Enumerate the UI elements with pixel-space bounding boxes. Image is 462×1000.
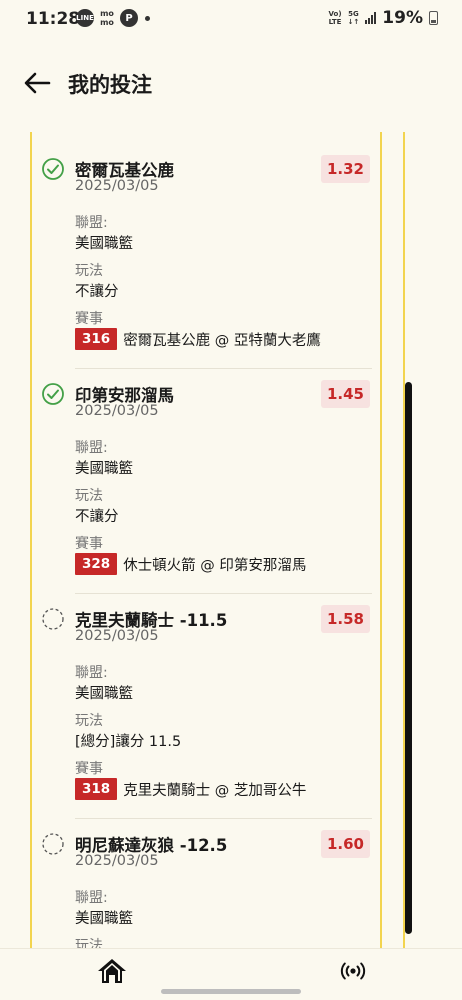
event-code-badge: 318 (75, 778, 118, 800)
event-row: 328 休士頓火箭 @ 印第安那溜馬 (75, 553, 306, 575)
event-matchup: 克里夫蘭騎士 @ 芝加哥公牛 (123, 782, 307, 799)
league-value: 美國職籃 (75, 461, 133, 477)
league-label: 聯盟: (75, 890, 108, 906)
odds-badge: 1.60 (320, 830, 370, 858)
status-time: 11:28 (26, 9, 81, 29)
notification-dot-icon (145, 15, 150, 21)
play-value: 不讓分 (75, 509, 119, 525)
bottom-navigation (0, 948, 462, 1000)
event-label: 賽事 (75, 311, 103, 327)
status-app-icons: LINE mo mo P (76, 9, 150, 27)
league-label: 聯盟: (75, 215, 108, 231)
nav-live-button[interactable] (340, 961, 366, 981)
parking-app-icon: P (120, 9, 138, 27)
app-header: 我的投注 (0, 38, 462, 132)
event-code-badge: 316 (75, 328, 118, 350)
event-matchup: 密爾瓦基公鹿 @ 亞特蘭大老鷹 (123, 332, 321, 349)
battery-icon (429, 11, 438, 25)
bet-list-container[interactable]: 密爾瓦基公鹿 2025/03/05 1.32 聯盟: 美國職籃 玩法 不讓分 賽… (0, 132, 462, 948)
play-label: 玩法 (75, 713, 103, 729)
event-label: 賽事 (75, 761, 103, 777)
league-label: 聯盟: (75, 665, 108, 681)
event-label: 賽事 (75, 536, 103, 552)
event-matchup: 休士頓火箭 @ 印第安那溜馬 (123, 557, 307, 574)
bet-item: 明尼蘇達灰狼 -12.5 2025/03/05 1.60 聯盟: 美國職籃 玩法 (40, 807, 372, 948)
system-home-indicator[interactable] (161, 989, 301, 994)
nav-home-button[interactable] (96, 957, 128, 985)
page-title: 我的投注 (68, 73, 152, 97)
pending-circle-icon (42, 833, 64, 855)
play-value: 不讓分 (75, 284, 119, 300)
event-code-badge: 328 (75, 553, 118, 575)
back-button[interactable] (22, 68, 52, 98)
network-5g-icon: 5G ↓↑ (347, 10, 360, 26)
odds-badge: 1.32 (320, 155, 370, 183)
league-value: 美國職籃 (75, 911, 133, 927)
check-circle-icon (42, 158, 64, 180)
momo-app-icon: mo mo (100, 9, 114, 27)
signal-icon (365, 12, 377, 24)
bet-date: 2025/03/05 (75, 178, 159, 194)
bet-date: 2025/03/05 (75, 403, 159, 419)
pending-circle-icon (42, 608, 64, 630)
bet-item: 克里夫蘭騎士 -11.5 2025/03/05 1.58 聯盟: 美國職籃 玩法… (40, 582, 372, 819)
status-bar: 11:28 LINE mo mo P Vo) LTE 5G ↓↑ 19% (0, 0, 462, 38)
home-icon (98, 959, 126, 983)
play-label: 玩法 (75, 263, 103, 279)
status-right: Vo) LTE 5G ↓↑ 19% (329, 8, 438, 28)
bet-slip-card: 密爾瓦基公鹿 2025/03/05 1.32 聯盟: 美國職籃 玩法 不讓分 賽… (30, 132, 382, 948)
play-label: 玩法 (75, 488, 103, 504)
league-label: 聯盟: (75, 440, 108, 456)
play-label: 玩法 (75, 938, 103, 948)
broadcast-icon (340, 962, 366, 980)
event-row: 316 密爾瓦基公鹿 @ 亞特蘭大老鷹 (75, 328, 321, 350)
league-value: 美國職籃 (75, 236, 133, 252)
check-circle-icon (42, 383, 64, 405)
play-value: [總分]讓分 11.5 (75, 734, 182, 750)
scrollbar-thumb[interactable] (405, 382, 412, 934)
bet-date: 2025/03/05 (75, 853, 159, 869)
odds-badge: 1.45 (320, 380, 370, 408)
battery-percent: 19% (382, 8, 423, 28)
arrow-left-icon (24, 72, 51, 94)
event-row: 318 克里夫蘭騎士 @ 芝加哥公牛 (75, 778, 306, 800)
volte-icon: Vo) LTE (328, 10, 342, 26)
bet-item: 密爾瓦基公鹿 2025/03/05 1.32 聯盟: 美國職籃 玩法 不讓分 賽… (40, 132, 372, 369)
odds-badge: 1.58 (320, 605, 370, 633)
bet-date: 2025/03/05 (75, 628, 159, 644)
line-app-icon: LINE (76, 9, 94, 27)
bet-item: 印第安那溜馬 2025/03/05 1.45 聯盟: 美國職籃 玩法 不讓分 賽… (40, 357, 372, 594)
league-value: 美國職籃 (75, 686, 133, 702)
